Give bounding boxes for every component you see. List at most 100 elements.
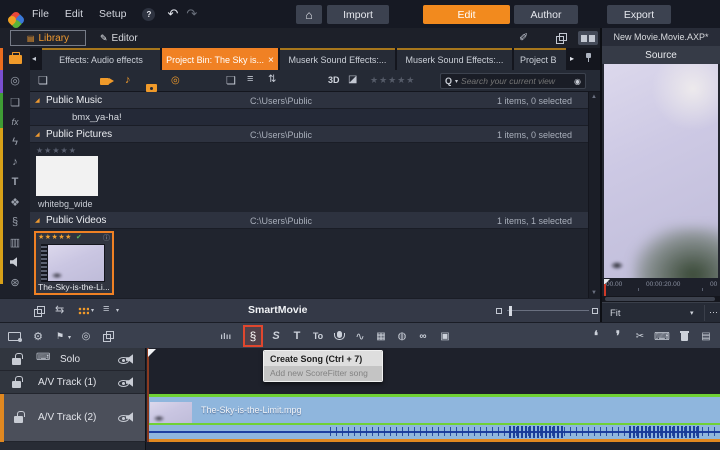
collapse-icon[interactable]: ◢ [35, 217, 40, 224]
scroll-down-icon[interactable]: ▼ [591, 290, 597, 296]
videos-filter-icon[interactable] [100, 78, 114, 85]
view-dropdown-icon[interactable]: ▾ [91, 307, 94, 314]
sidebar-transitions-icon[interactable]: ϟ [0, 134, 30, 150]
menu-file[interactable]: File [32, 8, 49, 20]
view-list-icon[interactable]: ≡ [247, 73, 253, 85]
tab-project-b[interactable]: Project B [514, 48, 566, 70]
sort-icon[interactable]: ⇅ [268, 74, 276, 85]
tab-project-bin[interactable]: Project Bin: The Sky is... × [162, 48, 278, 70]
sidebar-scorefitter-icon[interactable]: § [0, 214, 30, 230]
sidebar-sound-effects-icon[interactable] [0, 254, 30, 270]
marker-dropdown-icon[interactable]: ▾ [68, 334, 71, 341]
voiceover-mic-icon[interactable] [331, 323, 347, 349]
thumbnail-view-icon[interactable] [78, 307, 89, 315]
thumb-rating-stars[interactable]: ★★★★★ [38, 233, 72, 241]
home-button[interactable]: ⌂ [296, 5, 322, 24]
split-clip-icon[interactable]: ✂ [632, 323, 648, 349]
thumb-rating-stars[interactable]: ★★★★★ [36, 146, 77, 155]
group-header-public-music[interactable]: ◢ Public Music C:\Users\Public 1 items, … [30, 92, 588, 109]
sidebar-montage-icon[interactable]: ❖ [0, 194, 30, 210]
zoom-in-icon[interactable] [592, 308, 598, 314]
create-song-button-highlighted[interactable]: § [243, 325, 263, 347]
brush-icon[interactable]: ✐ [519, 31, 528, 44]
keyboard-icon[interactable]: ⌨ [654, 323, 670, 349]
search-icon[interactable]: Q [445, 76, 452, 86]
tab-close-icon[interactable]: × [268, 55, 274, 66]
track-header-av1[interactable]: A/V Track (1) [0, 371, 146, 394]
detail-view-icon[interactable]: ≡ [103, 303, 109, 315]
tab-scroll-right-icon[interactable]: ▸ [570, 54, 574, 63]
group-header-public-pictures[interactable]: ◢ Public Pictures C:\Users\Public 1 item… [30, 126, 588, 143]
search-clear-icon[interactable]: ◉ [574, 77, 581, 86]
author-button[interactable]: Author [514, 5, 578, 24]
sidebar-disc-menus-icon[interactable]: ⊛ [0, 274, 30, 290]
projects-filter-icon[interactable]: ◎ [171, 75, 180, 86]
track-header-av2-selected[interactable]: A/V Track (2) [0, 394, 146, 442]
trash-icon[interactable] [676, 323, 692, 349]
keyboard-small-icon[interactable]: ⌨ [36, 352, 50, 363]
tab-muserk-2[interactable]: Muserk Sound Effects:... [397, 48, 512, 70]
group-header-public-videos[interactable]: ◢ Public Videos C:\Users\Public 1 items,… [30, 212, 588, 229]
lock-icon[interactable] [14, 411, 25, 423]
3d-filter-label[interactable]: 3D [328, 75, 340, 85]
zoom-slider-handle[interactable] [509, 306, 512, 316]
song-icon[interactable]: S [268, 323, 284, 349]
sync-icon[interactable]: ⇆ [55, 303, 64, 316]
wave-tool-icon[interactable]: ∿ [352, 323, 368, 349]
info-icon[interactable]: ⓘ [103, 233, 110, 243]
gear-icon[interactable]: ⚙ [30, 323, 46, 349]
list-item-bmx[interactable]: bmx_ya-ha! [30, 109, 588, 126]
multicam-icon[interactable]: ▦ [373, 323, 389, 349]
playhead-flag-icon[interactable] [148, 349, 156, 357]
menu-setup[interactable]: Setup [99, 8, 126, 20]
detail-dropdown-icon[interactable]: ▾ [116, 307, 119, 314]
lock-icon[interactable] [12, 376, 23, 388]
export-clipboard-icon[interactable] [100, 323, 116, 349]
zoom-out-icon[interactable] [496, 308, 502, 314]
sidebar-media-icon[interactable]: ◎ [0, 72, 30, 88]
layers-icon[interactable]: ◍ [394, 323, 410, 349]
fit-dropdown-icon[interactable]: ▾ [690, 309, 694, 317]
sidebar-effects-icon[interactable]: fx [0, 114, 30, 130]
tab-editor[interactable]: ✎ Editor [100, 30, 138, 46]
snapshot-icon[interactable]: ▤ [698, 323, 714, 349]
dual-pane-icon[interactable] [578, 31, 598, 45]
group-by-folder-icon[interactable]: ❏ [226, 74, 236, 87]
audio-ducking-icon[interactable]: ılıı [218, 323, 234, 349]
menu-edit[interactable]: Edit [65, 8, 83, 20]
tab-library[interactable]: ▤ Library [10, 30, 86, 46]
title-tool-icon[interactable]: T [289, 323, 305, 349]
audio-mixer-icon[interactable]: ◎ [78, 323, 94, 349]
sidebar-instruments-icon[interactable]: ▥ [0, 234, 30, 250]
export-button[interactable]: Export [607, 5, 671, 24]
music-filter-icon[interactable]: ♪ [125, 74, 131, 86]
photo-tool-icon[interactable]: ▣ [437, 323, 453, 349]
tag-icon[interactable]: ◪ [348, 74, 357, 85]
help-icon[interactable]: ? [142, 7, 156, 21]
more-icon[interactable]: ⋯ [709, 307, 718, 318]
new-collection-icon[interactable]: ❏ [38, 74, 48, 87]
timeline-playhead[interactable] [147, 348, 149, 442]
tab-scroll-left-icon[interactable]: ◂ [32, 54, 36, 63]
track-header-solo[interactable]: ⌨ Solo [0, 348, 146, 371]
collapse-icon[interactable]: ◢ [35, 97, 40, 104]
tab-effects-audio[interactable]: Effects: Audio effects [42, 48, 160, 70]
fit-dropdown[interactable]: Fit [610, 308, 621, 319]
sidebar-folder-icon[interactable]: ❏ [0, 94, 30, 110]
link-icon[interactable]: ∞ [415, 323, 431, 349]
lock-icon[interactable] [12, 353, 23, 365]
source-ruler[interactable]: 00.00 00:00:20.00 00 [602, 278, 720, 296]
zoom-slider-track[interactable] [507, 310, 589, 311]
library-scrollbar[interactable]: ▲ ▼ [588, 92, 600, 298]
thumbnail-sky-video-selected[interactable]: ★★★★★ ✔ ⓘ The-Sky-is-the-Li... [34, 231, 114, 295]
search-input[interactable] [461, 76, 572, 86]
trim-in-icon[interactable]: ❛ [588, 323, 604, 349]
search-dropdown-icon[interactable]: ▾ [455, 78, 458, 85]
timeline-settings-icon[interactable] [6, 323, 22, 349]
subtitle-tool-icon[interactable]: To [310, 323, 326, 349]
tab-muserk-1[interactable]: Muserk Sound Effects:... [280, 48, 395, 70]
sidebar-project-bin-icon[interactable] [0, 51, 30, 67]
undo-icon[interactable]: ↶ [167, 6, 178, 22]
thumbnail-whitebg[interactable] [36, 156, 98, 196]
marker-icon[interactable]: ⚑ [52, 323, 68, 349]
